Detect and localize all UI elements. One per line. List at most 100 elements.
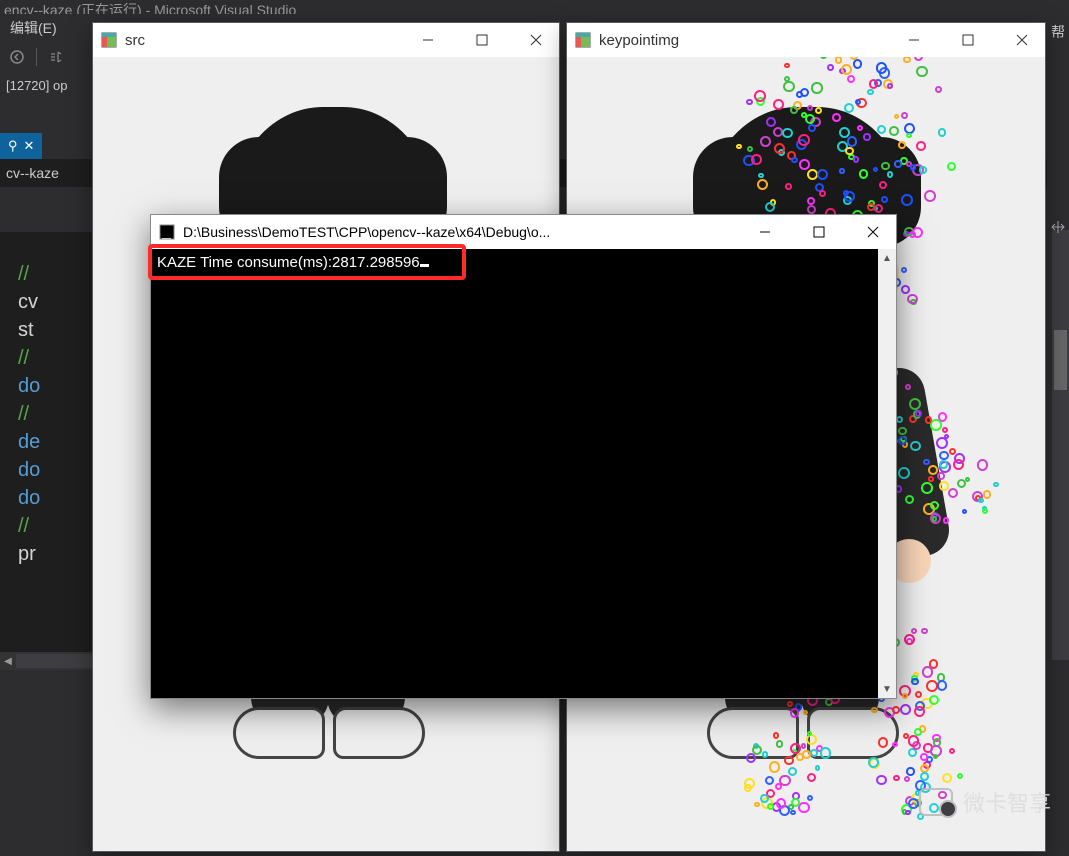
scroll-left-icon[interactable]: ◀ — [0, 653, 16, 669]
console-vscrollbar[interactable]: ▲ ▼ — [878, 249, 896, 698]
keypoint-circle — [902, 693, 908, 699]
keypoint-circle — [878, 737, 888, 747]
keypoint-circle — [914, 57, 923, 61]
tab-pin-icon[interactable]: ⚲ — [8, 138, 18, 154]
keypoint-circle — [847, 136, 858, 147]
maximize-button[interactable] — [459, 23, 505, 57]
keypoint-circle — [993, 482, 998, 487]
window-keypoint-title: keypointimg — [599, 32, 883, 49]
window-console-titlebar[interactable]: _ D:\Business\DemoTEST\CPP\opencv--kaze\… — [151, 215, 896, 249]
keypoint-circle — [845, 147, 853, 155]
app-icon — [101, 32, 117, 48]
keypoint-circle — [898, 141, 906, 149]
toolbar-icon[interactable] — [45, 46, 67, 68]
keypoint-circle — [957, 773, 963, 779]
scroll-track[interactable] — [878, 267, 896, 680]
keypoint-circle — [898, 467, 910, 479]
close-button[interactable] — [999, 23, 1045, 57]
keypoint-circle — [977, 459, 989, 471]
maximize-button[interactable] — [945, 23, 991, 57]
keypoint-circle — [839, 168, 844, 173]
keypoint-circle — [939, 460, 948, 469]
keypoint-circle — [863, 133, 871, 141]
console-line: KAZE Time consume(ms):2817.298596 — [157, 254, 420, 271]
keypoint-circle — [905, 810, 910, 815]
close-button[interactable] — [513, 23, 559, 57]
keypoint-circle — [835, 57, 842, 64]
scroll-up-icon[interactable]: ▲ — [878, 249, 896, 267]
keypoint-circle — [937, 680, 947, 690]
keypoint-circle — [901, 267, 907, 273]
nav-back-icon[interactable] — [6, 46, 28, 68]
code-line: // — [18, 512, 95, 540]
keypoint-circle — [924, 190, 936, 202]
editor-vscrollbar[interactable] — [1052, 230, 1069, 660]
right-menu-fragment: 帮 — [1047, 16, 1069, 216]
keypoint-circle — [921, 628, 927, 634]
tab-close-icon[interactable]: ✕ — [24, 138, 35, 154]
minimize-button[interactable] — [891, 23, 937, 57]
code-line: // — [18, 344, 95, 372]
keypoint-circle — [773, 99, 784, 110]
keypoint-circle — [910, 441, 920, 451]
window-src-titlebar[interactable]: src — [93, 23, 559, 57]
keypoint-circle — [930, 419, 941, 430]
keypoint-circle — [744, 778, 755, 789]
keypoint-circle — [925, 416, 932, 423]
maximize-button[interactable] — [796, 215, 842, 249]
keypoint-circle — [799, 159, 810, 170]
keypoint-circle — [936, 437, 948, 449]
close-button[interactable] — [850, 215, 896, 249]
keypoint-circle — [948, 488, 958, 498]
keypoint-circle — [912, 227, 923, 238]
keypoint-circle — [827, 64, 834, 71]
keypoint-circle — [906, 767, 914, 775]
keypoint-circle — [762, 751, 768, 757]
keypoint-circle — [919, 166, 926, 173]
code-editor[interactable]: // cv st // do // de do do // pr — [0, 232, 95, 662]
code-line: cv — [18, 288, 95, 316]
code-line: de — [18, 428, 95, 456]
keypoint-circle — [751, 154, 761, 164]
minimize-button[interactable] — [742, 215, 788, 249]
keypoint-circle — [939, 481, 948, 490]
keypoint-circle — [916, 141, 926, 151]
keypoint-circle — [769, 761, 781, 773]
keypoint-circle — [930, 501, 939, 510]
keypoint-circle — [982, 508, 988, 514]
keypoint-circle — [920, 772, 929, 781]
keypoint-circle — [947, 162, 956, 171]
keypoint-circle — [928, 476, 933, 481]
keypoint-circle — [785, 183, 792, 190]
keypoint-circle — [920, 753, 927, 760]
code-line: do — [18, 456, 95, 484]
window-console-title: D:\Business\DemoTEST\CPP\opencv--kaze\x6… — [183, 224, 734, 240]
keypoint-circle — [894, 160, 901, 167]
minimize-button[interactable] — [405, 23, 451, 57]
keypoint-circle — [889, 126, 899, 136]
keypoint-circle — [911, 678, 919, 686]
keypoint-circle — [832, 113, 841, 122]
keypoint-circle — [898, 427, 906, 435]
menu-edit[interactable]: 编辑(E) — [10, 18, 57, 38]
keypoint-circle — [847, 75, 855, 83]
split-icon[interactable] — [1047, 216, 1069, 238]
keypoint-circle — [784, 756, 793, 765]
keypoint-circle — [857, 125, 863, 131]
app-icon — [575, 32, 591, 48]
editor-hscrollbar[interactable]: ◀ — [0, 652, 92, 670]
keypoint-circle — [817, 169, 828, 180]
keypoint-circle — [877, 125, 886, 134]
code-line: // — [18, 260, 95, 288]
scroll-down-icon[interactable]: ▼ — [878, 680, 896, 698]
scroll-track[interactable] — [16, 654, 92, 668]
keypoint-circle — [874, 204, 883, 213]
console-output[interactable]: KAZE Time consume(ms):2817.298596 — [151, 249, 878, 698]
keypoint-circle — [983, 490, 991, 498]
keypoint-circle — [807, 105, 813, 111]
window-keypoint-titlebar[interactable]: keypointimg — [567, 23, 1045, 57]
menu-help[interactable]: 帮 — [1051, 22, 1065, 42]
keypoint-circle — [779, 775, 790, 786]
tab-active[interactable]: ⚲ ✕ — [0, 133, 42, 159]
scroll-thumb[interactable] — [1054, 330, 1067, 390]
